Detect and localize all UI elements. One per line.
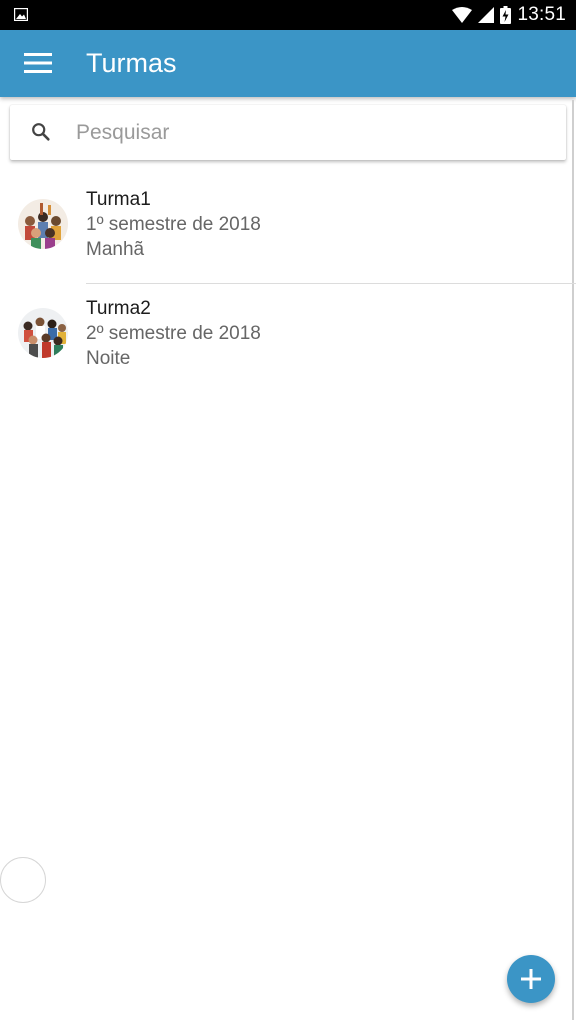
plus-icon — [521, 969, 541, 989]
add-class-button[interactable] — [507, 955, 555, 1003]
battery-charging-icon — [500, 6, 512, 24]
clock: 13:51 — [517, 4, 566, 25]
app-bar: Turmas — [0, 30, 576, 97]
class-semester: 1º semestre de 2018 — [86, 214, 261, 235]
avatar — [18, 199, 68, 249]
class-semester: 2º semestre de 2018 — [86, 323, 261, 344]
menu-button[interactable] — [16, 43, 60, 83]
hamburger-menu-icon — [24, 53, 52, 73]
image-icon — [14, 8, 28, 21]
class-shift: Noite — [86, 348, 131, 369]
avatar — [18, 308, 68, 358]
class-list: Turma1 1º semestre de 2018 Manhã Turma2 … — [0, 175, 576, 393]
search-icon — [32, 123, 50, 141]
status-bar: 13:51 — [0, 0, 576, 30]
class-name: Turma1 — [86, 189, 151, 210]
class-shift: Manhã — [86, 239, 145, 260]
list-item[interactable]: Turma2 2º semestre de 2018 Noite — [0, 284, 576, 393]
class-name: Turma2 — [86, 298, 151, 319]
search-input[interactable] — [74, 115, 548, 151]
page-title: Turmas — [86, 48, 177, 78]
wifi-icon — [452, 7, 473, 23]
list-item[interactable]: Turma1 1º semestre de 2018 Manhã — [0, 175, 576, 284]
status-icons: 13:51 — [452, 0, 566, 30]
loading-indicator — [0, 857, 46, 903]
search-bar[interactable] — [10, 105, 566, 160]
signal-icon — [478, 7, 495, 23]
